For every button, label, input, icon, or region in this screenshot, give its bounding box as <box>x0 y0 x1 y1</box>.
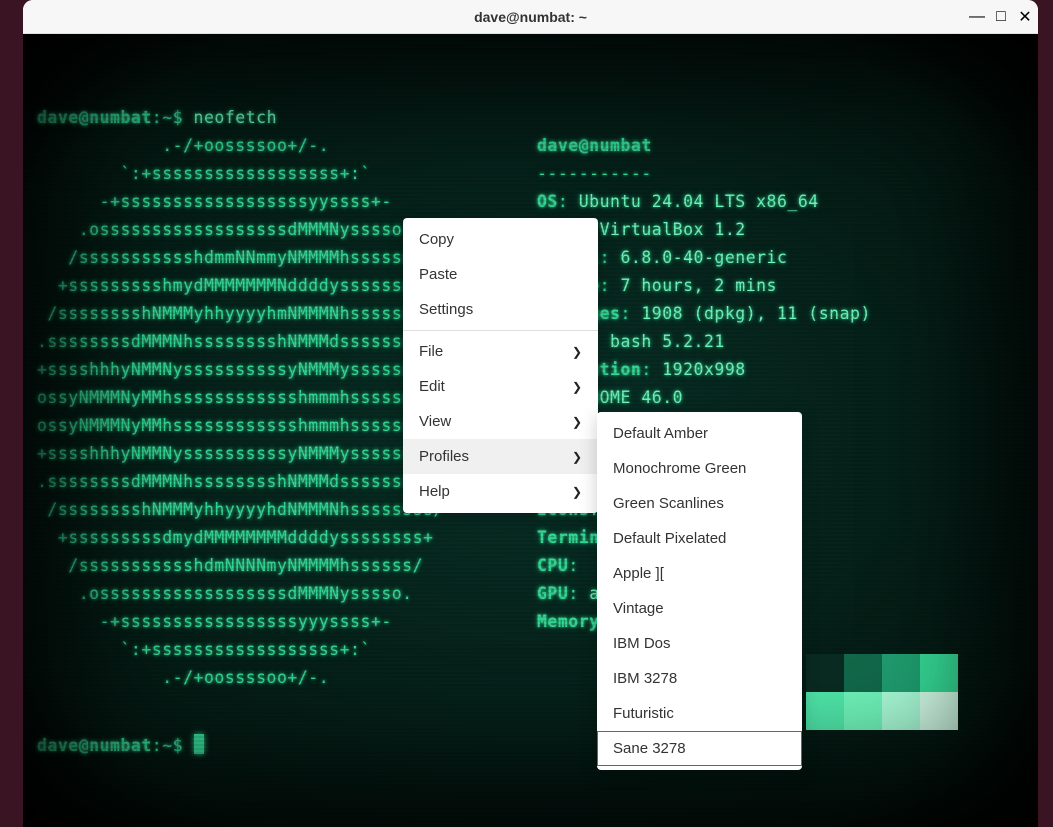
profile-item-label: IBM Dos <box>613 635 671 652</box>
profile-item-label: Sane 3278 <box>613 740 686 757</box>
chevron-right-icon: ❯ <box>572 450 582 464</box>
profile-item-apple-[interactable]: Apple ][ <box>597 556 802 591</box>
menu-item-copy[interactable]: Copy <box>403 222 598 257</box>
maximize-icon: □ <box>996 8 1006 26</box>
profiles-submenu[interactable]: Default Amber Monochrome Green Green Scanl… <box>597 412 802 770</box>
profile-item-green-scanlines[interactable]: Green Scanlines <box>597 486 802 521</box>
profile-item-label: Default Pixelated <box>613 530 726 547</box>
profile-item-label: Vintage <box>613 600 664 617</box>
profile-item-label: Default Amber <box>613 425 708 442</box>
color-swatches <box>806 654 958 730</box>
window-title: dave@numbat: ~ <box>23 9 1038 25</box>
profile-item-default-pixelated[interactable]: Default Pixelated <box>597 521 802 556</box>
color-swatch <box>844 654 882 692</box>
menu-item-edit[interactable]: Edit ❯ <box>403 369 598 404</box>
profile-item-label: Monochrome Green <box>613 460 746 477</box>
menu-item-paste[interactable]: Paste <box>403 257 598 292</box>
menu-item-label: Copy <box>419 231 454 248</box>
menu-item-label: Profiles <box>419 448 469 465</box>
profile-item-label: Apple ][ <box>613 565 664 582</box>
color-swatch <box>920 654 958 692</box>
titlebar: dave@numbat: ~ — □ ✕ <box>23 0 1038 34</box>
menu-item-label: Help <box>419 483 450 500</box>
menu-item-label: Paste <box>419 266 457 283</box>
chevron-right-icon: ❯ <box>572 415 582 429</box>
menu-item-settings[interactable]: Settings <box>403 292 598 327</box>
profile-item-label: IBM 3278 <box>613 670 677 687</box>
minimize-button[interactable]: — <box>970 10 984 24</box>
menu-item-view[interactable]: View ❯ <box>403 404 598 439</box>
menu-item-help[interactable]: Help ❯ <box>403 474 598 509</box>
menu-item-profiles[interactable]: Profiles ❯ <box>403 439 598 474</box>
close-button[interactable]: ✕ <box>1018 10 1032 24</box>
profile-item-label: Futuristic <box>613 705 674 722</box>
menu-item-label: File <box>419 343 443 360</box>
menu-item-label: Settings <box>419 301 473 318</box>
color-swatch <box>806 654 844 692</box>
color-swatch <box>882 654 920 692</box>
menu-item-label: View <box>419 413 451 430</box>
context-menu[interactable]: CopyPasteSettingsFile❯Edit❯View❯Profiles… <box>403 218 598 513</box>
menu-item-label: Edit <box>419 378 445 395</box>
profile-item-sane-3278[interactable]: Sane 3278 <box>597 731 802 766</box>
minimize-icon: — <box>969 8 985 26</box>
cursor <box>194 734 204 754</box>
chevron-right-icon: ❯ <box>572 485 582 499</box>
maximize-button[interactable]: □ <box>994 10 1008 24</box>
profile-item-vintage[interactable]: Vintage <box>597 591 802 626</box>
close-icon: ✕ <box>1018 7 1031 27</box>
menu-separator <box>403 330 598 331</box>
chevron-right-icon: ❯ <box>572 380 582 394</box>
color-swatch <box>806 692 844 730</box>
profile-item-ibm-dos[interactable]: IBM Dos <box>597 626 802 661</box>
color-swatch <box>882 692 920 730</box>
window-controls: — □ ✕ <box>970 0 1032 34</box>
color-swatch <box>920 692 958 730</box>
profile-item-label: Green Scanlines <box>613 495 724 512</box>
profile-item-monochrome-green[interactable]: Monochrome Green <box>597 451 802 486</box>
profile-item-ibm-3278[interactable]: IBM 3278 <box>597 661 802 696</box>
profile-item-futuristic[interactable]: Futuristic <box>597 696 802 731</box>
menu-item-file[interactable]: File ❯ <box>403 334 598 369</box>
chevron-right-icon: ❯ <box>572 345 582 359</box>
color-swatch <box>844 692 882 730</box>
profile-item-default-amber[interactable]: Default Amber <box>597 416 802 451</box>
